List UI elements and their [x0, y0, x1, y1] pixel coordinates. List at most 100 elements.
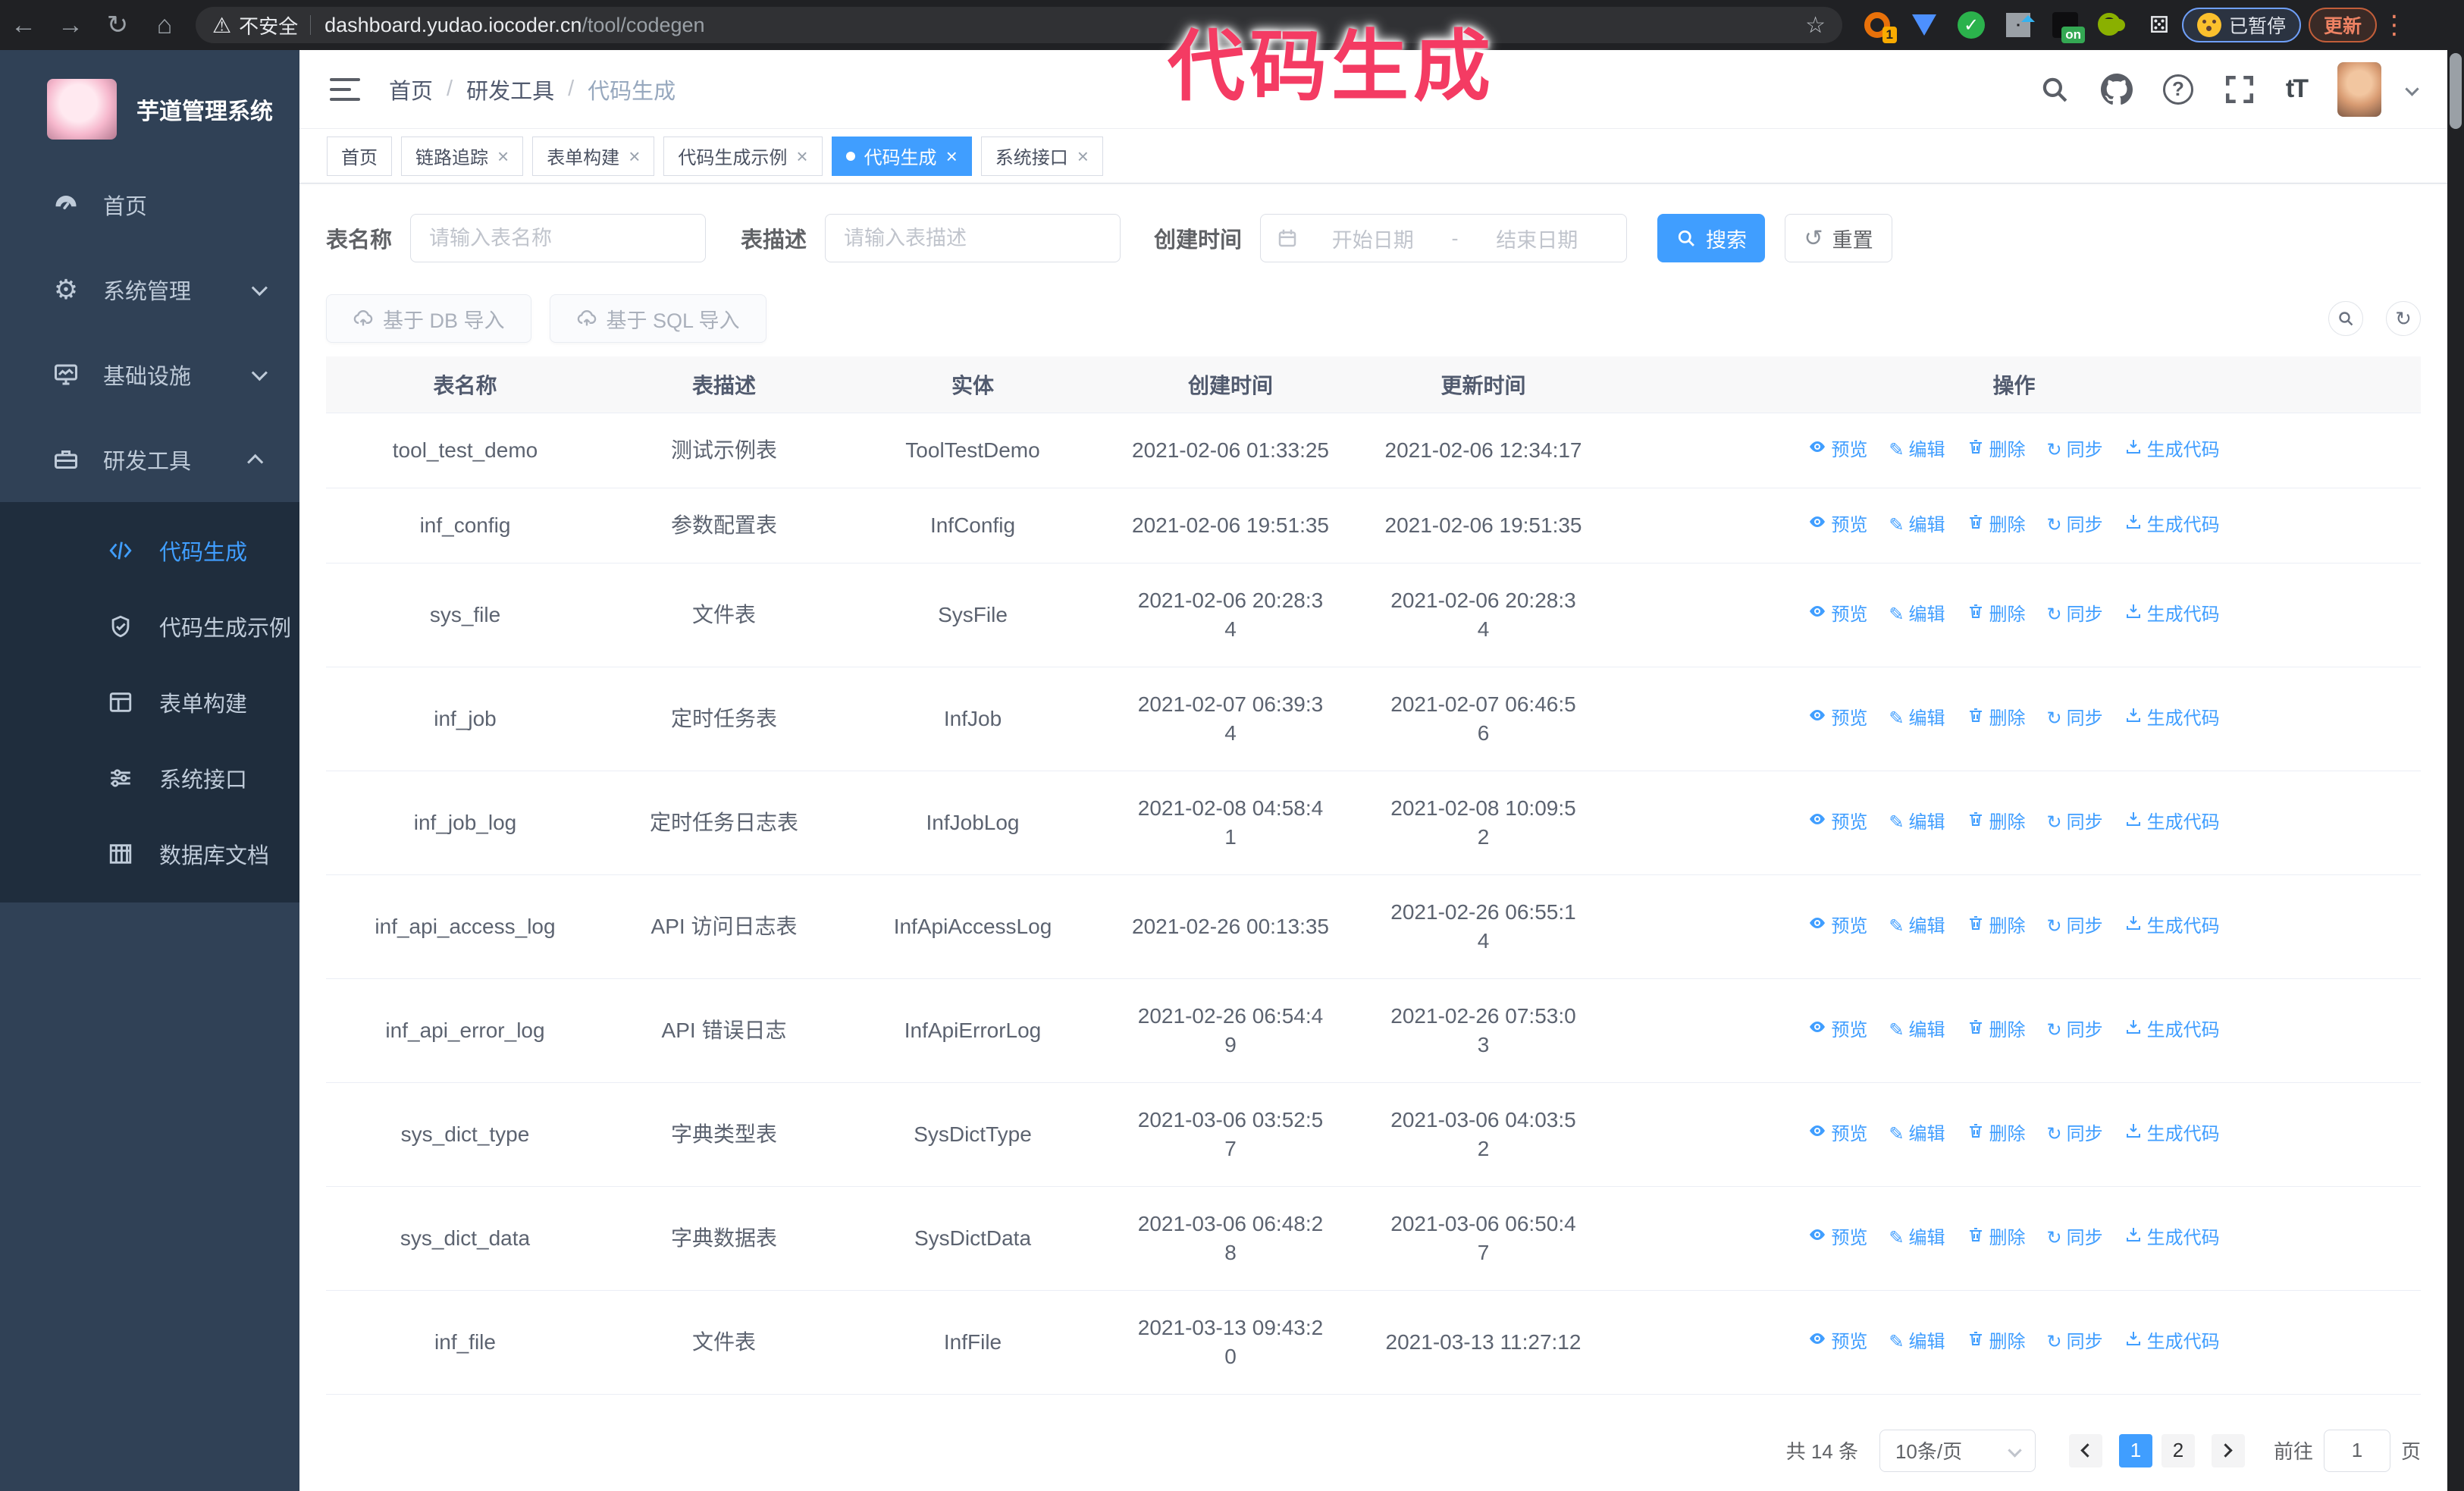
action-预览[interactable]: 预览 — [1808, 1224, 1867, 1253]
action-删除[interactable]: 删除 — [1967, 511, 2026, 540]
action-生成代码[interactable]: 生成代码 — [2124, 808, 2220, 837]
close-icon[interactable]: × — [497, 146, 509, 166]
action-生成代码[interactable]: 生成代码 — [2124, 705, 2220, 733]
page-button-2[interactable]: 2 — [2161, 1434, 2195, 1467]
action-预览[interactable]: 预览 — [1808, 705, 1867, 733]
back-icon[interactable]: ← — [0, 11, 47, 40]
action-同步[interactable]: ↻同步 — [2047, 1328, 2103, 1357]
close-icon[interactable]: × — [946, 146, 958, 166]
forward-icon[interactable]: → — [47, 11, 94, 40]
action-删除[interactable]: 删除 — [1967, 1016, 2026, 1045]
action-删除[interactable]: 删除 — [1967, 601, 2026, 629]
avatar[interactable] — [2337, 62, 2381, 117]
goto-page-input[interactable] — [2324, 1430, 2390, 1472]
action-预览[interactable]: 预览 — [1808, 436, 1867, 465]
action-编辑[interactable]: ✎编辑 — [1889, 511, 1945, 540]
action-删除[interactable]: 删除 — [1967, 436, 2026, 465]
extensions-puzzle-icon[interactable]: ⚄ — [2144, 10, 2174, 40]
action-预览[interactable]: 预览 — [1808, 912, 1867, 941]
action-预览[interactable]: 预览 — [1808, 808, 1867, 837]
sidebar-subitem-代码生成[interactable]: 代码生成 — [0, 513, 299, 589]
reload-icon[interactable]: ↻ — [94, 10, 141, 40]
sidebar-subitem-代码生成示例[interactable]: 代码生成示例 — [0, 589, 299, 664]
action-删除[interactable]: 删除 — [1967, 1120, 2026, 1149]
action-生成代码[interactable]: 生成代码 — [2124, 511, 2220, 540]
action-预览[interactable]: 预览 — [1808, 1120, 1867, 1149]
address-bar[interactable]: ⚠ 不安全 dashboard.yudao.iocoder.cn /tool/c… — [196, 7, 1842, 43]
sidebar-item-基础设施[interactable]: 基础设施 — [0, 332, 299, 417]
breadcrumb-item[interactable]: 研发工具 — [466, 74, 554, 105]
action-编辑[interactable]: ✎编辑 — [1889, 912, 1945, 941]
page-size-select[interactable]: 10条/页 — [1879, 1430, 2036, 1472]
action-预览[interactable]: 预览 — [1808, 511, 1867, 540]
action-删除[interactable]: 删除 — [1967, 808, 2026, 837]
action-同步[interactable]: ↻同步 — [2047, 808, 2103, 837]
action-生成代码[interactable]: 生成代码 — [2124, 1120, 2220, 1149]
scrollbar-thumb[interactable] — [2450, 53, 2462, 129]
sidebar-item-研发工具[interactable]: 研发工具 — [0, 417, 299, 502]
action-删除[interactable]: 删除 — [1967, 912, 2026, 941]
paused-profile-chip[interactable]: 已暂停 — [2182, 8, 2301, 42]
sidebar-item-首页[interactable]: 首页 — [0, 162, 299, 247]
scrollbar[interactable] — [2447, 50, 2464, 1491]
action-预览[interactable]: 预览 — [1808, 1328, 1867, 1357]
action-编辑[interactable]: ✎编辑 — [1889, 436, 1945, 465]
action-编辑[interactable]: ✎编辑 — [1889, 808, 1945, 837]
action-删除[interactable]: 删除 — [1967, 1224, 2026, 1253]
import-sql-button[interactable]: 基于 SQL 导入 — [550, 294, 766, 343]
action-删除[interactable]: 删除 — [1967, 1328, 2026, 1357]
tab-代码生成[interactable]: 代码生成× — [832, 137, 972, 176]
reset-button[interactable]: ↺ 重置 — [1785, 214, 1892, 262]
action-编辑[interactable]: ✎编辑 — [1889, 601, 1945, 629]
action-预览[interactable]: 预览 — [1808, 1016, 1867, 1045]
app-logo-row[interactable]: 芋道管理系统 — [0, 50, 299, 162]
github-icon[interactable] — [2101, 74, 2133, 105]
font-size-icon[interactable]: tT — [2286, 74, 2307, 104]
hamburger-icon[interactable] — [330, 78, 360, 101]
action-生成代码[interactable]: 生成代码 — [2124, 1224, 2220, 1253]
action-编辑[interactable]: ✎编辑 — [1889, 1328, 1945, 1357]
chevron-down-icon[interactable] — [2405, 82, 2419, 96]
action-编辑[interactable]: ✎编辑 — [1889, 1120, 1945, 1149]
action-生成代码[interactable]: 生成代码 — [2124, 1328, 2220, 1357]
action-同步[interactable]: ↻同步 — [2047, 912, 2103, 941]
action-生成代码[interactable]: 生成代码 — [2124, 912, 2220, 941]
table-name-input[interactable] — [410, 214, 706, 262]
action-编辑[interactable]: ✎编辑 — [1889, 1224, 1945, 1253]
close-icon[interactable]: × — [796, 146, 807, 166]
action-同步[interactable]: ↻同步 — [2047, 1016, 2103, 1045]
action-同步[interactable]: ↻同步 — [2047, 1224, 2103, 1253]
home-icon[interactable]: ⌂ — [141, 11, 188, 40]
page-button-1[interactable]: 1 — [2119, 1434, 2152, 1467]
browser-menu-icon[interactable]: ⋮ — [2381, 10, 2407, 40]
action-生成代码[interactable]: 生成代码 — [2124, 436, 2220, 465]
tab-链路追踪[interactable]: 链路追踪× — [401, 137, 523, 176]
close-icon[interactable]: × — [629, 146, 640, 166]
close-icon[interactable]: × — [1077, 146, 1089, 166]
prev-page-button[interactable] — [2069, 1434, 2102, 1467]
extension-icon[interactable] — [2003, 10, 2033, 40]
extension-icon[interactable]: on — [2050, 10, 2080, 40]
toggle-search-button[interactable] — [2328, 301, 2363, 336]
next-page-button[interactable] — [2212, 1434, 2245, 1467]
action-预览[interactable]: 预览 — [1808, 601, 1867, 629]
sidebar-subitem-数据库文档[interactable]: 数据库文档 — [0, 816, 299, 892]
breadcrumb-item[interactable]: 首页 — [389, 74, 433, 105]
extension-icon[interactable] — [2097, 10, 2127, 40]
action-编辑[interactable]: ✎编辑 — [1889, 1016, 1945, 1045]
tab-表单构建[interactable]: 表单构建× — [532, 137, 654, 176]
date-range-picker[interactable]: 开始日期 - 结束日期 — [1260, 214, 1627, 262]
extension-icon[interactable] — [1909, 10, 1939, 40]
extension-icon[interactable]: ✓ — [1956, 10, 1986, 40]
action-同步[interactable]: ↻同步 — [2047, 705, 2103, 733]
action-同步[interactable]: ↻同步 — [2047, 436, 2103, 465]
tab-代码生成示例[interactable]: 代码生成示例× — [663, 137, 822, 176]
action-同步[interactable]: ↻同步 — [2047, 1120, 2103, 1149]
refresh-table-button[interactable]: ↻ — [2386, 301, 2421, 336]
fullscreen-icon[interactable] — [2224, 74, 2256, 105]
action-生成代码[interactable]: 生成代码 — [2124, 601, 2220, 629]
action-同步[interactable]: ↻同步 — [2047, 511, 2103, 540]
action-编辑[interactable]: ✎编辑 — [1889, 705, 1945, 733]
extension-icon[interactable]: 1 — [1862, 10, 1892, 40]
table-desc-input[interactable] — [825, 214, 1121, 262]
